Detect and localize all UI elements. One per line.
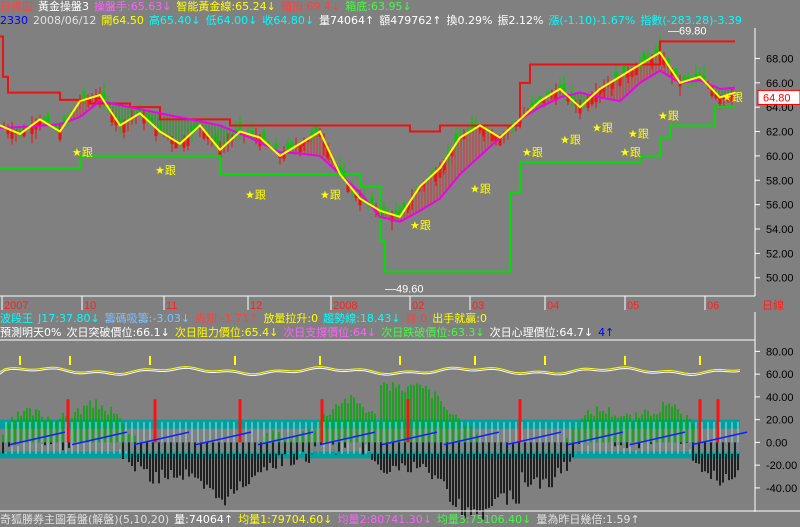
y-tick-label-2: 54.00 — [766, 224, 794, 236]
period-label: 日線 — [762, 298, 784, 312]
oscillator-line-2 — [0, 367, 741, 376]
sub-y-tick-label-3: 20.00 — [766, 415, 794, 427]
wave-item-6: 買:0 — [405, 312, 428, 325]
x-tick-label-1: 10 — [84, 300, 96, 312]
current-price-label: 64.80 — [763, 92, 791, 104]
sub-y-tick-label-6: -40.00 — [766, 483, 797, 495]
y-tick-label-5: 60.00 — [766, 151, 794, 163]
y-tick-label-8: 66.00 — [766, 78, 794, 90]
y-tick-label-4: 58.00 — [766, 175, 794, 187]
wave-king-header: 波段王 J17:37.80↓ 籌碼吸籌:-3.03↓ 先知:-1.71↑ 放量拉升:0 趨… — [0, 312, 800, 326]
follow-marker-12: ★跟 — [722, 91, 743, 104]
sub-y-tick-label-1: 60.00 — [766, 369, 794, 381]
forecast-item-6: 4↑ — [598, 326, 615, 339]
follow-marker-3: ★跟 — [320, 189, 341, 202]
follow-marker-5: ★跟 — [470, 182, 491, 195]
sub-y-tick-label-0: 80.00 — [766, 346, 794, 358]
candle-body — [238, 121, 242, 132]
candle-body — [58, 131, 62, 140]
volume-item-0: 奇狐勝券主圖看盤(解盤)(5,10,20) — [0, 513, 170, 526]
stock-chart[interactable]: —69.80—49.60 ★跟★跟★跟 ★跟★跟★跟★跟★跟★跟★跟★跟★跟★跟 … — [0, 0, 800, 527]
x-tick-label-8: 05 — [627, 300, 639, 312]
follow-marker-11: ★跟 — [658, 109, 679, 122]
follow-marker-10: ★跟 — [628, 128, 649, 141]
x-axis-band — [0, 296, 800, 312]
wave-item-2: 籌碼吸籌:-3.03↓ — [104, 312, 191, 325]
x-tick-label-3: 12 — [250, 300, 262, 312]
main-panel-bg — [0, 28, 755, 296]
x-tick-label-7: 04 — [547, 300, 559, 312]
y-tick-label-6: 62.00 — [766, 127, 794, 139]
follow-marker-7: ★跟 — [560, 134, 581, 147]
sub-y-tick-label-4: 0.00 — [766, 437, 787, 449]
wave-item-0: 波段王 — [0, 312, 33, 325]
forecast-item-0: 預測明天0% — [0, 326, 62, 339]
follow-marker-6: ★跟 — [522, 146, 543, 159]
wave-item-1: J17:37.80↓ — [38, 312, 100, 325]
annotation-0: —69.80 — [668, 26, 707, 38]
follow-marker-4: ★跟 — [410, 219, 431, 232]
volume-item-1: 量:74064↑ — [174, 513, 234, 526]
teal-band-lower — [0, 451, 740, 459]
wave-item-4: 放量拉升:0 — [263, 312, 319, 325]
forecast-item-4: 次日跌破價位:63.3↓ — [381, 326, 485, 339]
volume-item-5: 量為昨日幾倍:1.59↑ — [536, 513, 640, 526]
volume-footer: 奇狐勝券主圖看盤(解盤)(5,10,20) 量:74064↑ 均量1:79704.6… — [0, 512, 800, 527]
follow-marker-1: ★跟 — [155, 164, 176, 177]
follow-marker-8: ★跟 — [592, 122, 613, 135]
forecast-item-3: 次日支撐價位:64↓ — [283, 326, 377, 339]
volume-item-3: 均量2:80741.30↓ — [337, 513, 432, 526]
forecast-header: 預測明天0% 次日突破價位:66.1↓ 次日阻力價位:65.4↓ 次日支撐價位:64↓… — [0, 326, 800, 340]
follow-marker-9: ★跟 — [620, 146, 641, 159]
y-tick-label-0: 50.00 — [766, 273, 794, 285]
y-tick-label-1: 52.00 — [766, 248, 794, 260]
y-tick-label-3: 56.00 — [766, 200, 794, 212]
forecast-item-1: 次日突破價位:66.1↓ — [66, 326, 170, 339]
x-tick-label-2: 11 — [166, 300, 177, 312]
x-tick-label-4: 2008 — [333, 300, 357, 312]
annotation-1: —49.60 — [385, 284, 424, 296]
y-tick-label-9: 68.00 — [766, 53, 794, 65]
forecast-item-5: 次日心理價位:64.7↓ — [489, 326, 594, 339]
x-tick-label-6: 03 — [472, 300, 484, 312]
wave-item-3: 先知:-1.71↑ — [195, 312, 259, 325]
volume-item-2: 均量1:79704.60↓ — [238, 513, 333, 526]
sub-y-tick-label-2: 40.00 — [766, 392, 794, 404]
wave-item-7: 出手就贏:0 — [432, 312, 488, 325]
forecast-item-2: 次日阻力價位:65.4↓ — [174, 326, 279, 339]
volume-item-4: 均量3:75106.40↓ — [436, 513, 532, 526]
sub-y-tick-label-5: -20.00 — [766, 460, 797, 472]
x-tick-label-5: 02 — [412, 300, 424, 312]
wave-item-5: 趨勢線:18.43↓ — [323, 312, 401, 325]
x-tick-label-0: 2007 — [4, 300, 28, 312]
follow-marker-0: ★跟 — [72, 146, 93, 159]
follow-marker-2: ★跟 — [245, 189, 266, 202]
x-tick-label-9: 06 — [707, 300, 719, 312]
oscillator-line-1 — [0, 366, 741, 375]
